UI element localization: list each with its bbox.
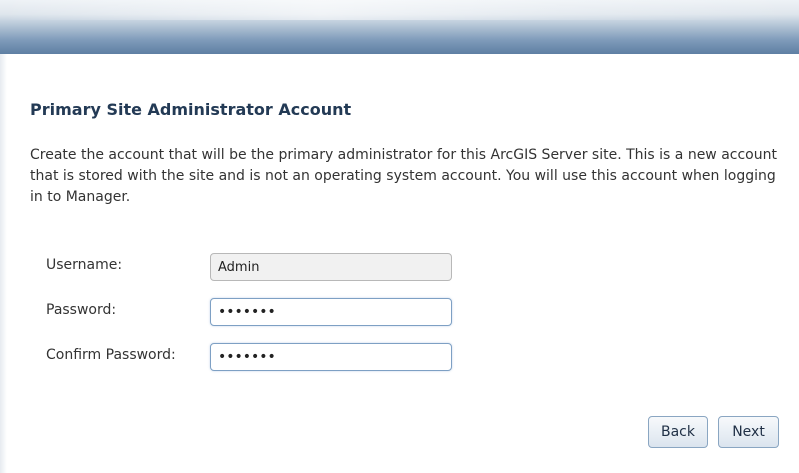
setup-wizard-window: Primary Site Administrator Account Creat…: [0, 0, 799, 473]
next-button[interactable]: Next: [718, 416, 779, 448]
section-title: Primary Site Administrator Account: [30, 100, 352, 119]
password-label: Password:: [46, 302, 117, 318]
confirm-password-label: Confirm Password:: [46, 347, 176, 363]
confirm-password-input[interactable]: [210, 343, 452, 371]
title-bar: [0, 0, 799, 54]
window-left-edge: [0, 54, 7, 473]
username-label: Username:: [46, 257, 123, 273]
title-bar-highlight: [0, 0, 799, 20]
username-input[interactable]: [210, 253, 452, 281]
password-input[interactable]: [210, 298, 452, 326]
section-description: Create the account that will be the prim…: [30, 147, 777, 205]
back-button[interactable]: Back: [648, 416, 708, 448]
